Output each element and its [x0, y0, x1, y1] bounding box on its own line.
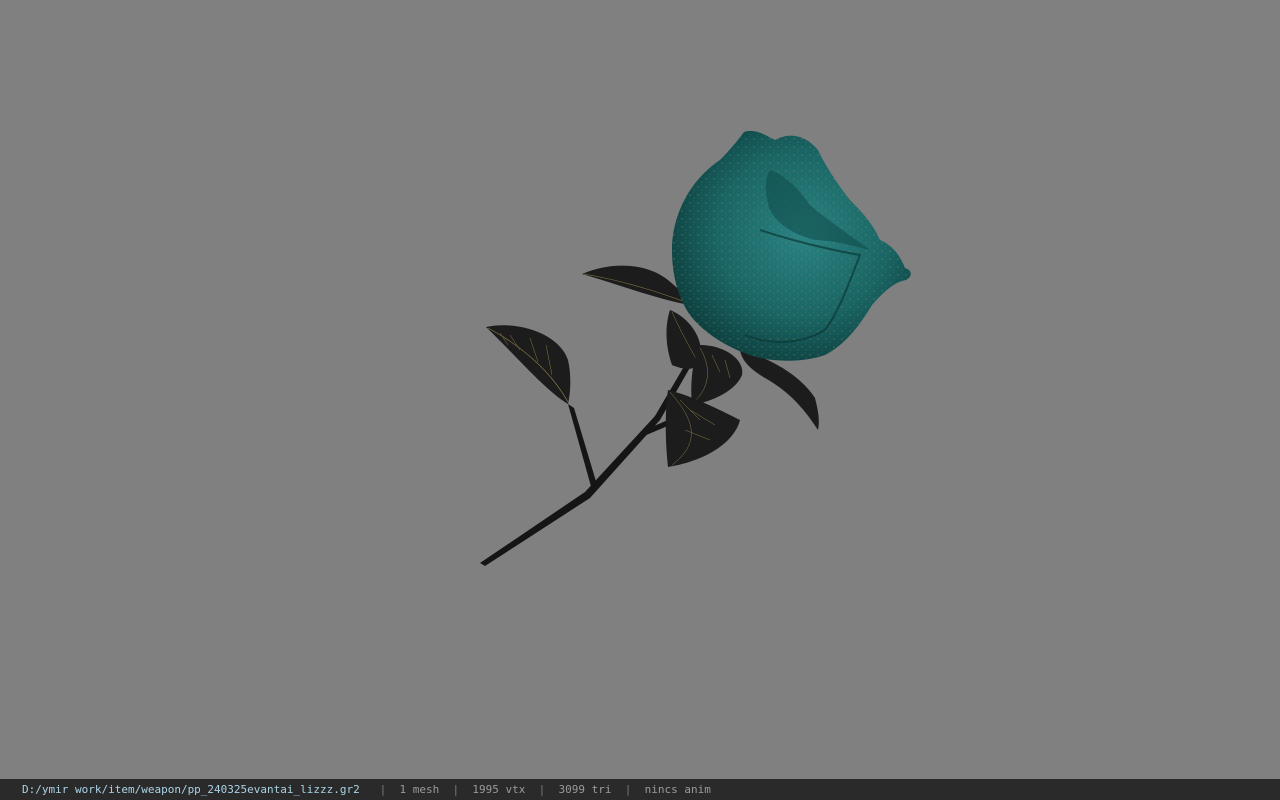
vertex-count: 1995 vtx: [472, 783, 526, 796]
leaf-mid-2: [691, 345, 743, 405]
rose-model: [480, 130, 911, 566]
mesh-count: 1 mesh: [399, 783, 440, 796]
side-stem: [568, 404, 598, 490]
separator: |: [624, 783, 632, 796]
file-path: D:/ymir work/item/weapon/pp_240325evanta…: [22, 783, 360, 796]
sepal-right: [740, 350, 819, 430]
separator: |: [452, 783, 460, 796]
animation-status: nincs anim: [644, 783, 711, 796]
3d-viewport[interactable]: [0, 0, 1280, 779]
status-bar: D:/ymir work/item/weapon/pp_240325evanta…: [0, 779, 1280, 800]
triangle-count: 3099 tri: [558, 783, 612, 796]
separator: |: [379, 783, 387, 796]
leaf-left: [486, 325, 571, 404]
separator: |: [538, 783, 546, 796]
